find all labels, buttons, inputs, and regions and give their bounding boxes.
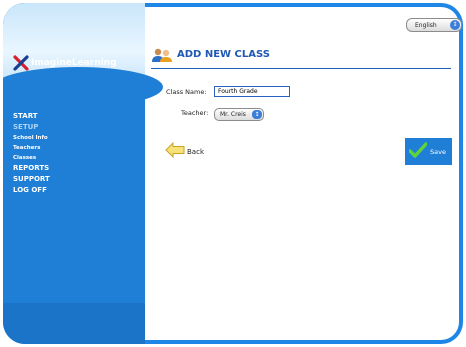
class-name-label: Class Name: <box>166 88 207 96</box>
nav-teachers[interactable]: Teachers <box>13 143 50 153</box>
page-title-text: ADD NEW CLASS <box>177 48 270 60</box>
nav-log-off[interactable]: LOG OFF <box>13 185 50 196</box>
teacher-select[interactable]: Mr. Creis ↕ <box>214 108 264 121</box>
teacher-value: Mr. Creis <box>220 111 246 118</box>
teacher-label: Teacher: <box>181 109 209 117</box>
page-title: ADD NEW CLASS <box>151 47 270 62</box>
back-arrow-icon <box>165 141 185 162</box>
nav-start[interactable]: START <box>13 111 50 122</box>
app-frame: ImagineLearning START SETUP School Info … <box>3 3 463 344</box>
nav-reports[interactable]: REPORTS <box>13 163 50 174</box>
save-button[interactable]: Save <box>405 138 452 165</box>
main-content: English ↕ ADD NEW CLASS Class Name: Four… <box>145 3 463 344</box>
sidebar-header <box>3 3 163 107</box>
nav-support[interactable]: SUPPORT <box>13 174 50 185</box>
language-select[interactable]: English ↕ <box>406 18 462 32</box>
select-arrows-icon: ↕ <box>252 110 262 119</box>
people-icon <box>151 47 173 62</box>
back-label: Back <box>187 148 204 156</box>
language-value: English <box>415 21 437 29</box>
nav-classes[interactable]: Classes <box>13 153 50 163</box>
nav-menu: START SETUP School Info Teachers Classes… <box>13 111 50 196</box>
logo: ImagineLearning <box>13 55 117 71</box>
logo-text: ImagineLearning <box>31 58 117 68</box>
logo-x-icon <box>13 55 29 71</box>
select-arrows-icon: ↕ <box>450 20 460 30</box>
nav-setup[interactable]: SETUP <box>13 122 50 133</box>
class-name-field[interactable]: Fourth Grade <box>214 86 290 97</box>
nav-school-info[interactable]: School Info <box>13 133 50 143</box>
checkmark-icon <box>408 141 428 162</box>
save-label: Save <box>430 147 446 156</box>
sidebar: ImagineLearning START SETUP School Info … <box>3 3 163 344</box>
title-divider <box>151 68 451 69</box>
sidebar-footer <box>3 303 145 344</box>
back-button[interactable]: Back <box>165 141 204 162</box>
